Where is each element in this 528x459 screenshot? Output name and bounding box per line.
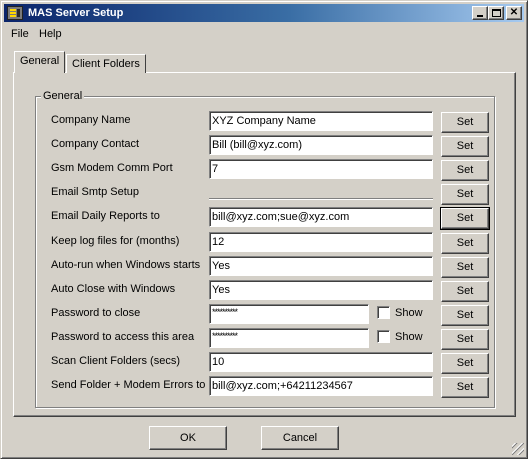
gsm-modem-port-label: Gsm Modem Comm Port xyxy=(51,162,173,174)
send-errors-field[interactable]: bill@xyz.com;+64211234567 xyxy=(209,376,433,396)
gsm-modem-port-field[interactable]: 7 xyxy=(209,159,433,179)
company-contact-field[interactable]: Bill (bill@xyz.com) xyxy=(209,135,433,155)
keep-log-files-label: Keep log files for (months) xyxy=(51,235,180,247)
close-button[interactable]: ✕ xyxy=(506,6,522,20)
scan-client-folders-field[interactable]: 10 xyxy=(209,352,433,372)
company-name-label: Company Name xyxy=(51,114,131,126)
send-errors-set-button[interactable]: Set xyxy=(441,377,489,398)
auto-run-set-button[interactable]: Set xyxy=(441,257,489,278)
auto-run-field[interactable]: Yes xyxy=(209,256,433,276)
auto-run-label: Auto-run when Windows starts xyxy=(51,259,201,271)
keep-log-files-set-button[interactable]: Set xyxy=(441,233,489,254)
gsm-modem-port-set-button[interactable]: Set xyxy=(441,160,489,181)
password-access-field[interactable]: ********** xyxy=(209,328,369,348)
resize-grip[interactable] xyxy=(512,443,524,455)
company-name-field[interactable]: XYZ Company Name xyxy=(209,111,433,131)
maximize-button[interactable] xyxy=(488,6,504,20)
password-access-set-button[interactable]: Set xyxy=(441,329,489,350)
password-close-label: Password to close xyxy=(51,307,141,319)
company-name-set-button[interactable]: Set xyxy=(441,112,489,133)
password-access-show-label[interactable]: Show xyxy=(395,330,423,344)
cancel-button[interactable]: Cancel xyxy=(261,426,339,450)
email-smtp-set-button[interactable]: Set xyxy=(441,184,489,205)
groupbox-title: General xyxy=(41,90,85,103)
password-close-show-label[interactable]: Show xyxy=(395,306,423,320)
password-close-show-checkbox[interactable] xyxy=(377,306,390,319)
window-title: MAS Server Setup xyxy=(28,7,124,19)
title-bar[interactable]: MAS Server Setup ✕ xyxy=(4,4,524,22)
company-contact-label: Company Contact xyxy=(51,138,140,150)
keep-log-files-field[interactable]: 12 xyxy=(209,232,433,252)
ok-button[interactable]: OK xyxy=(149,426,227,450)
email-daily-reports-field[interactable]: bill@xyz.com;sue@xyz.com xyxy=(209,207,433,227)
password-access-label: Password to access this area xyxy=(51,331,195,343)
app-icon[interactable] xyxy=(7,6,23,20)
minimize-icon xyxy=(477,15,483,17)
email-daily-reports-label: Email Daily Reports to xyxy=(51,210,160,222)
company-contact-set-button[interactable]: Set xyxy=(441,136,489,157)
auto-close-label: Auto Close with Windows xyxy=(51,283,176,295)
password-close-field[interactable]: ********** xyxy=(209,304,369,324)
menu-bar: File Help xyxy=(4,24,524,42)
main-window: MAS Server Setup ✕ File Help General Cli… xyxy=(0,0,528,459)
minimize-button[interactable] xyxy=(472,6,488,20)
menu-file[interactable]: File xyxy=(8,26,32,42)
auto-close-set-button[interactable]: Set xyxy=(441,281,489,302)
auto-close-field[interactable]: Yes xyxy=(209,280,433,300)
password-access-show-checkbox[interactable] xyxy=(377,330,390,343)
email-smtp-separator xyxy=(209,198,433,200)
email-smtp-label: Email Smtp Setup xyxy=(51,186,140,198)
scan-client-folders-label: Scan Client Folders (secs) xyxy=(51,355,180,367)
scan-client-folders-set-button[interactable]: Set xyxy=(441,353,489,374)
menu-help[interactable]: Help xyxy=(36,26,65,42)
tab-client-folders[interactable]: Client Folders xyxy=(66,54,146,73)
tab-general[interactable]: General xyxy=(14,51,66,73)
close-icon: ✕ xyxy=(509,7,519,18)
password-close-set-button[interactable]: Set xyxy=(441,305,489,326)
email-daily-reports-set-button[interactable]: Set xyxy=(440,207,490,230)
send-errors-label: Send Folder + Modem Errors to xyxy=(51,379,206,391)
maximize-icon xyxy=(492,9,501,17)
